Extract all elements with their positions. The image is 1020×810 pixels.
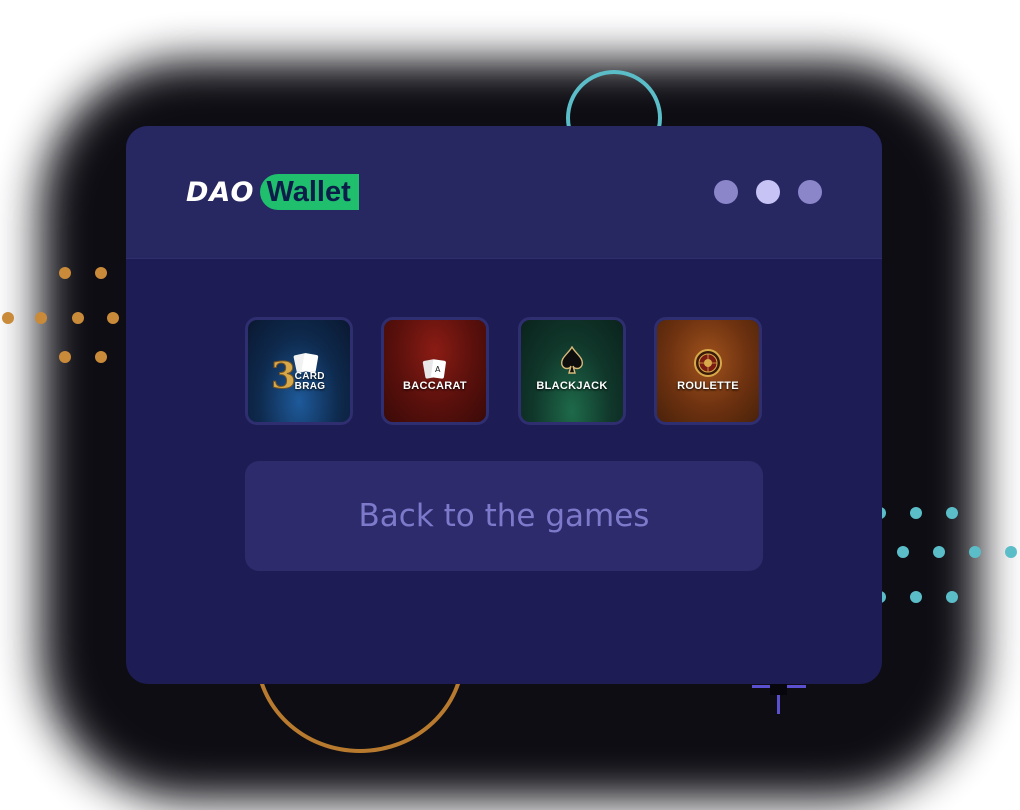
spade-icon xyxy=(559,345,585,378)
logo-dao-text: DAO xyxy=(186,176,255,208)
decorative-dot xyxy=(946,591,958,603)
decorative-dot xyxy=(910,591,922,603)
decorative-dot xyxy=(72,312,84,324)
decorative-dot xyxy=(933,546,945,558)
game-tile-3-card-brag[interactable]: 3 CARD BRAG xyxy=(245,317,353,425)
logo-wallet-text: Wallet xyxy=(260,174,359,210)
svg-text:3: 3 xyxy=(271,355,296,394)
decorative-dot xyxy=(969,546,981,558)
game-label: BLACKJACK xyxy=(536,380,608,392)
decorative-dot xyxy=(1005,546,1017,558)
decorative-dot xyxy=(910,507,922,519)
decorative-dot xyxy=(946,507,958,519)
decorative-dot xyxy=(107,312,119,324)
decorative-dot xyxy=(59,351,71,363)
decorative-dot xyxy=(59,267,71,279)
game-tile-baccarat[interactable]: A BACCARAT xyxy=(381,317,489,425)
decorative-dot xyxy=(95,351,107,363)
decorative-dot xyxy=(95,267,107,279)
decorative-dot xyxy=(2,312,14,324)
game-tile-roulette[interactable]: ROULETTE xyxy=(654,317,762,425)
decorative-dot xyxy=(897,546,909,558)
window-dot-1[interactable] xyxy=(714,180,738,204)
decorative-dot xyxy=(35,312,47,324)
svg-text:A: A xyxy=(435,365,441,374)
game-tile-blackjack[interactable]: BLACKJACK xyxy=(518,317,626,425)
roulette-wheel-icon xyxy=(693,348,723,382)
game-label: BACCARAT xyxy=(403,380,467,392)
window-dot-3[interactable] xyxy=(798,180,822,204)
game-label: BRAG xyxy=(294,381,326,392)
game-label: ROULETTE xyxy=(677,380,739,392)
back-to-games-button[interactable]: Back to the games xyxy=(245,461,763,571)
app-window: DAO Wallet 3 CARD BRAG A BACCARAT BLACKJ… xyxy=(126,126,882,684)
dao-wallet-logo: DAO Wallet xyxy=(186,174,359,210)
window-dot-2[interactable] xyxy=(756,180,780,204)
window-titlebar: DAO Wallet xyxy=(126,126,882,259)
